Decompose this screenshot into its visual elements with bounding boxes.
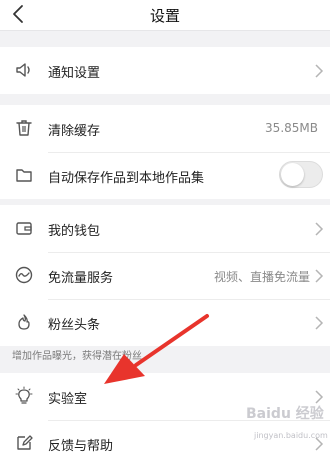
clear-cache-row[interactable]: 清除缓存 35.85MB [0,105,330,152]
trash-icon [16,120,32,136]
auto-save-row: 自动保存作品到本地作品集 [0,152,330,199]
toggle-knob [281,163,304,186]
lab-label: 实验室 [48,392,88,407]
feedback-label: 反馈与帮助 [48,439,114,454]
fans-headline-tip: 增加作品曝光，获得潜在粉丝 [12,351,142,362]
section-storage: 清除缓存 35.85MB 自动保存作品到本地作品集 [0,105,330,199]
wallet-row[interactable]: 我的钱包 [0,205,330,252]
edit-icon [17,435,33,450]
chevron-right-icon [315,269,324,283]
free-traffic-row[interactable]: 免流量服务 视频、直播免流量 [0,252,330,299]
baidu-watermark: Baidu 经验 jingyan.baidu.com [246,403,328,453]
notify-settings-row[interactable]: 通知设置 [0,47,330,94]
free-traffic-label: 免流量服务 [48,271,114,286]
watermark-url: jingyan.baidu.com [254,431,328,440]
auto-save-toggle[interactable] [279,161,323,188]
flame-icon [18,314,30,330]
section-services: 我的钱包 免流量服务 视频、直播免流量 粉丝头条 [0,205,330,346]
lightbulb-icon [15,386,33,404]
chevron-right-icon [315,316,324,330]
watermark-text: Baidu 经验 [246,406,324,422]
wallet-label: 我的钱包 [48,224,101,239]
folder-icon [16,169,32,182]
fans-headline-row[interactable]: 粉丝头条 [0,299,330,346]
wallet-icon [16,222,32,235]
clear-cache-label: 清除缓存 [48,124,101,139]
cache-size-value: 35.85MB [265,121,318,135]
chevron-right-icon [315,222,324,236]
chevron-right-icon [315,64,324,78]
speaker-icon [16,63,30,77]
section-notify: 通知设置 [0,47,330,94]
chevron-right-icon [315,390,324,404]
auto-save-label: 自动保存作品到本地作品集 [48,171,205,186]
wave-icon [15,266,33,284]
top-bar: 设置 [0,0,330,31]
fans-headline-label: 粉丝头条 [48,318,101,333]
page-title: 设置 [149,7,180,25]
notify-settings-label: 通知设置 [48,66,101,81]
free-traffic-value: 视频、直播免流量 [213,270,310,284]
